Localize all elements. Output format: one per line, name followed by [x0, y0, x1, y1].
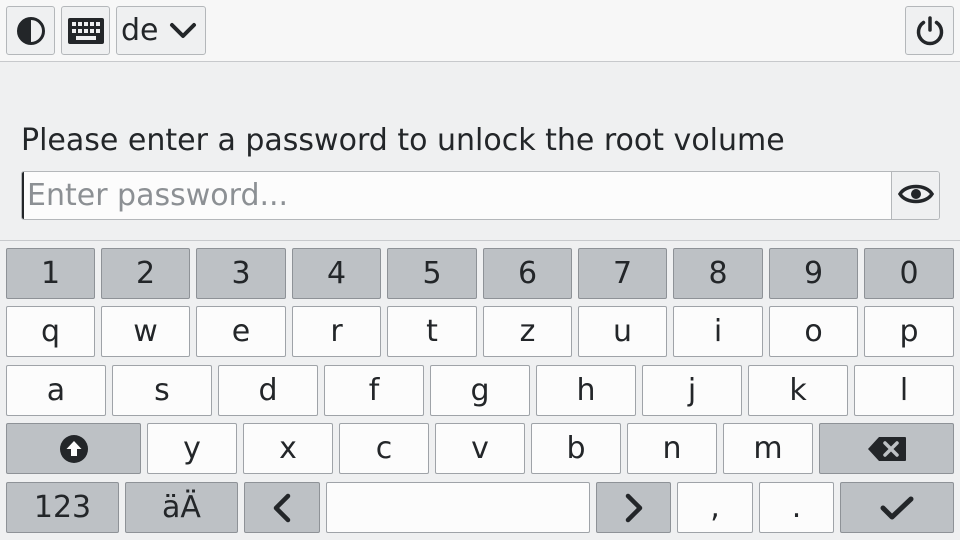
key-q[interactable]: q: [6, 306, 95, 357]
mode-123-key[interactable]: 123: [6, 482, 119, 533]
key-t[interactable]: t: [387, 306, 477, 357]
key-9[interactable]: 9: [769, 248, 858, 299]
key-w[interactable]: w: [101, 306, 190, 357]
power-button[interactable]: [905, 6, 954, 55]
key-2[interactable]: 2: [101, 248, 190, 299]
shift-key[interactable]: [6, 423, 141, 474]
backspace-icon: [867, 436, 907, 462]
key-x[interactable]: x: [243, 423, 333, 474]
key-3[interactable]: 3: [196, 248, 286, 299]
key-j[interactable]: j: [642, 365, 742, 416]
key-0[interactable]: 0: [864, 248, 954, 299]
key-p[interactable]: p: [864, 306, 954, 357]
check-icon: [880, 495, 914, 521]
key-y[interactable]: y: [147, 423, 237, 474]
key-d[interactable]: d: [218, 365, 318, 416]
on-screen-keyboard: 1 2 3 4 5 6 7 8 9 0 q w e r t z u i o p …: [0, 240, 960, 540]
shift-icon: [59, 434, 89, 464]
key-7[interactable]: 7: [578, 248, 667, 299]
space-key[interactable]: [326, 482, 590, 533]
password-field: [21, 171, 940, 220]
top-bar: de: [0, 0, 960, 62]
backspace-key[interactable]: [819, 423, 954, 474]
keyboard-icon: [67, 17, 104, 44]
chevron-right-icon: [624, 493, 644, 523]
power-icon: [914, 15, 946, 47]
virtual-keyboard-button[interactable]: [61, 6, 110, 55]
key-c[interactable]: c: [339, 423, 429, 474]
key-f[interactable]: f: [324, 365, 424, 416]
reveal-password-button[interactable]: [891, 172, 939, 219]
cursor-right-key[interactable]: [596, 482, 671, 533]
key-g[interactable]: g: [430, 365, 530, 416]
key-a[interactable]: a: [6, 365, 106, 416]
key-z[interactable]: z: [483, 306, 572, 357]
chevron-left-icon: [272, 493, 292, 523]
key-u[interactable]: u: [578, 306, 667, 357]
keyboard-layout-label: de: [121, 12, 159, 48]
key-s[interactable]: s: [112, 365, 212, 416]
comma-key[interactable]: ,: [677, 482, 753, 533]
keyboard-layout-select[interactable]: de: [116, 6, 206, 55]
key-8[interactable]: 8: [673, 248, 763, 299]
eye-icon: [897, 182, 934, 210]
key-b[interactable]: b: [531, 423, 621, 474]
key-i[interactable]: i: [673, 306, 763, 357]
key-1[interactable]: 1: [6, 248, 95, 299]
key-n[interactable]: n: [627, 423, 717, 474]
key-k[interactable]: k: [748, 365, 848, 416]
contrast-icon: [16, 16, 46, 46]
key-r[interactable]: r: [292, 306, 381, 357]
key-m[interactable]: m: [723, 423, 813, 474]
key-6[interactable]: 6: [483, 248, 572, 299]
key-e[interactable]: e: [196, 306, 286, 357]
key-5[interactable]: 5: [387, 248, 477, 299]
enter-key[interactable]: [840, 482, 954, 533]
contrast-button[interactable]: [6, 6, 55, 55]
key-4[interactable]: 4: [292, 248, 381, 299]
umlaut-key[interactable]: äÄ: [125, 482, 238, 533]
period-key[interactable]: .: [759, 482, 834, 533]
unlock-prompt: Please enter a password to unlock the ro…: [21, 123, 785, 158]
key-v[interactable]: v: [435, 423, 525, 474]
chevron-down-icon: [169, 22, 197, 40]
key-h[interactable]: h: [536, 365, 636, 416]
key-o[interactable]: o: [769, 306, 858, 357]
password-input[interactable]: [22, 172, 891, 219]
cursor-left-key[interactable]: [244, 482, 320, 533]
key-l[interactable]: l: [854, 365, 954, 416]
